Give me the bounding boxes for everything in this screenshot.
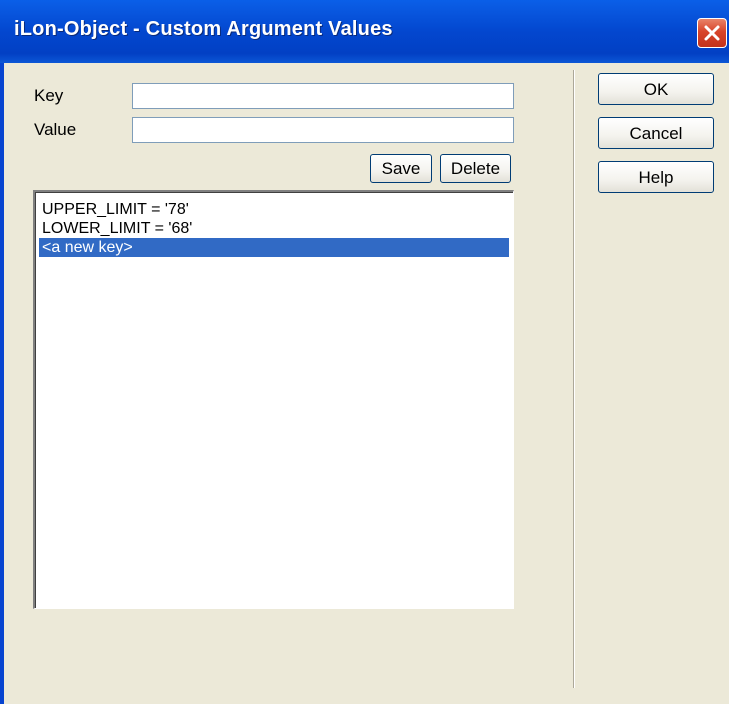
delete-button[interactable]: Delete: [440, 154, 511, 183]
window-title: iLon-Object - Custom Argument Values: [14, 18, 393, 40]
key-label: Key: [34, 86, 64, 105]
cancel-button[interactable]: Cancel: [598, 117, 714, 149]
list-item-upper-limit[interactable]: UPPER_LIMIT = '78': [39, 200, 509, 219]
list-item-lower-limit[interactable]: LOWER_LIMIT = '68': [39, 219, 509, 238]
ok-button[interactable]: OK: [598, 73, 714, 105]
argument-list[interactable]: UPPER_LIMIT = '78' LOWER_LIMIT = '68' <a…: [33, 190, 514, 609]
window-frame-left: [0, 63, 4, 704]
custom-argument-values-dialog: iLon-Object - Custom Argument Values Key…: [0, 0, 729, 704]
close-button[interactable]: [697, 18, 727, 48]
help-button[interactable]: Help: [598, 161, 714, 193]
close-x-icon: [704, 25, 720, 41]
value-input[interactable]: [132, 117, 514, 143]
value-label: Value: [34, 120, 77, 139]
list-item-new-key[interactable]: <a new key>: [39, 238, 509, 257]
save-button[interactable]: Save: [370, 154, 432, 183]
title-bar[interactable]: iLon-Object - Custom Argument Values: [0, 0, 729, 63]
key-input[interactable]: [132, 83, 514, 109]
vertical-separator: [573, 70, 575, 688]
